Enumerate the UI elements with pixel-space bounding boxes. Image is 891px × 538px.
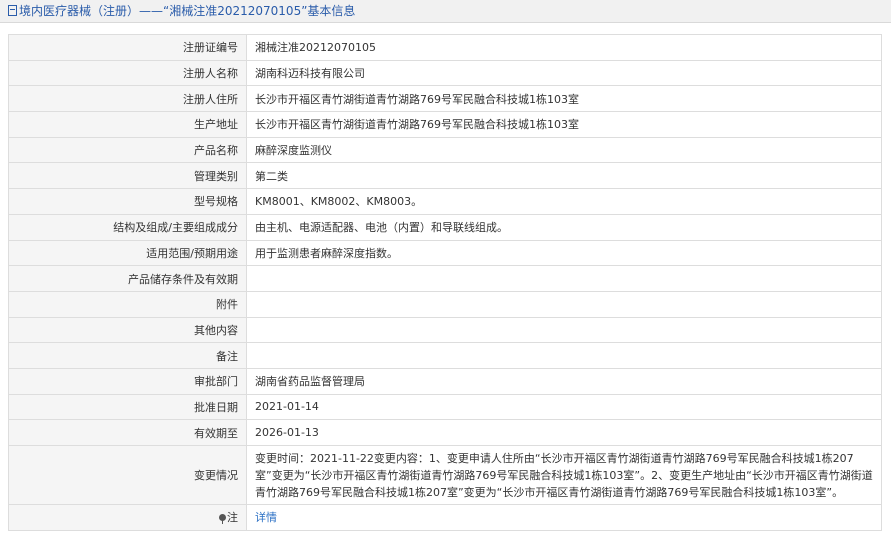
table-row: 备注 <box>8 342 882 369</box>
field-label-change-history: 变更情况 <box>8 445 247 505</box>
table-row: 型号规格 KM8001、KM8002、KM8003。 <box>8 188 882 215</box>
table-row: 注 详情 <box>8 504 882 531</box>
table-row: 有效期至 2026-01-13 <box>8 419 882 446</box>
field-value-change-history: 变更时间：2021-11-22变更内容：1、变更申请人住所由“长沙市开福区青竹湖… <box>246 445 882 505</box>
field-value-approval-date: 2021-01-14 <box>246 393 882 421</box>
table-row: 附件 <box>8 290 882 318</box>
note-value-cell: 详情 <box>246 504 882 531</box>
table-row: 结构及组成/主要组成成分 由主机、电源适配器、电池（内置）和导联线组成。 <box>8 213 882 241</box>
field-value-storage <box>246 265 882 292</box>
field-label-management-class: 管理类别 <box>8 162 247 190</box>
field-label-remarks: 备注 <box>8 342 247 369</box>
table-row: 管理类别 第二类 <box>8 162 882 190</box>
note-label-cell: 注 <box>8 504 247 531</box>
table-row: 其他内容 <box>8 316 882 344</box>
table-row: 产品名称 麻醉深度监测仪 <box>8 136 882 164</box>
note-label: 注 <box>227 511 238 525</box>
field-label-attachments: 附件 <box>8 290 247 318</box>
table-row: 注册证编号 湘械注准20212070105 <box>8 34 882 61</box>
field-value-structure: 由主机、电源适配器、电池（内置）和导联线组成。 <box>246 213 882 241</box>
field-label-intended-use: 适用范围/预期用途 <box>8 239 247 267</box>
field-label-registrant-name: 注册人名称 <box>8 59 247 87</box>
field-label-registration-number: 注册证编号 <box>8 34 247 61</box>
field-value-registrant-address: 长沙市开福区青竹湖街道青竹湖路769号军民融合科技城1栋103室 <box>246 85 882 113</box>
table-row: 批准日期 2021-01-14 <box>8 393 882 421</box>
field-label-registrant-address: 注册人住所 <box>8 85 247 113</box>
field-value-model-spec: KM8001、KM8002、KM8003。 <box>246 188 882 215</box>
page-header: 境内医疗器械（注册）——“湘械注准20212070105”基本信息 <box>0 0 891 23</box>
field-value-valid-until: 2026-01-13 <box>246 419 882 446</box>
field-value-approval-department: 湖南省药品监督管理局 <box>246 367 882 395</box>
field-label-storage: 产品储存条件及有效期 <box>8 265 247 292</box>
document-icon <box>8 5 17 16</box>
details-link[interactable]: 详情 <box>255 511 277 524</box>
table-row: 注册人住所 长沙市开福区青竹湖街道青竹湖路769号军民融合科技城1栋103室 <box>8 85 882 113</box>
pin-icon <box>219 514 226 525</box>
field-value-remarks <box>246 342 882 369</box>
field-value-product-name: 麻醉深度监测仪 <box>246 136 882 164</box>
field-label-approval-department: 审批部门 <box>8 367 247 395</box>
field-value-attachments <box>246 290 882 318</box>
field-value-production-address: 长沙市开福区青竹湖街道青竹湖路769号军民融合科技城1栋103室 <box>246 111 882 138</box>
table-row: 适用范围/预期用途 用于监测患者麻醉深度指数。 <box>8 239 882 267</box>
field-label-approval-date: 批准日期 <box>8 393 247 421</box>
info-table: 注册证编号 湘械注准20212070105 注册人名称 湖南科迈科技有限公司 注… <box>8 34 882 531</box>
field-value-intended-use: 用于监测患者麻醉深度指数。 <box>246 239 882 267</box>
field-label-structure: 结构及组成/主要组成成分 <box>8 213 247 241</box>
field-value-other-content <box>246 316 882 344</box>
field-label-model-spec: 型号规格 <box>8 188 247 215</box>
field-label-production-address: 生产地址 <box>8 111 247 138</box>
table-row: 注册人名称 湖南科迈科技有限公司 <box>8 59 882 87</box>
field-value-registration-number: 湘械注准20212070105 <box>246 34 882 61</box>
table-row: 生产地址 长沙市开福区青竹湖街道青竹湖路769号军民融合科技城1栋103室 <box>8 111 882 138</box>
field-label-valid-until: 有效期至 <box>8 419 247 446</box>
page-title: 境内医疗器械（注册）——“湘械注准20212070105”基本信息 <box>19 4 356 18</box>
table-row: 产品储存条件及有效期 <box>8 265 882 292</box>
table-row: 审批部门 湖南省药品监督管理局 <box>8 367 882 395</box>
field-value-management-class: 第二类 <box>246 162 882 190</box>
field-label-product-name: 产品名称 <box>8 136 247 164</box>
field-label-other-content: 其他内容 <box>8 316 247 344</box>
field-value-registrant-name: 湖南科迈科技有限公司 <box>246 59 882 87</box>
table-row: 变更情况 变更时间：2021-11-22变更内容：1、变更申请人住所由“长沙市开… <box>8 445 882 505</box>
